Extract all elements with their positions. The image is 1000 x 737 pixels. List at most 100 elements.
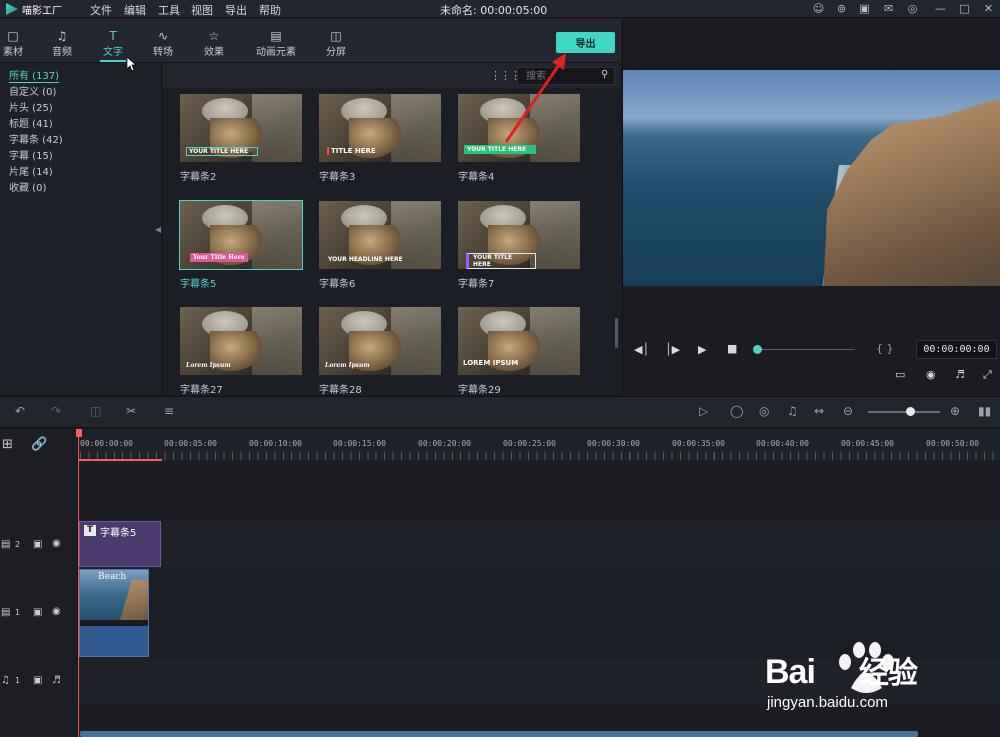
marker-icon[interactable]: ◯ <box>730 404 743 418</box>
search-icon[interactable]: ⚲ <box>601 69 608 80</box>
minimize-icon[interactable]: — <box>934 2 947 15</box>
tab-text[interactable]: T 文字 <box>100 29 126 62</box>
template-thumbnail[interactable]: YOUR TITLE HERE <box>180 94 302 162</box>
tab-elements[interactable]: ▤ 动画元素 <box>254 29 298 58</box>
layout-toggle-icon[interactable]: ▮▮ <box>978 404 991 418</box>
template-thumbnail[interactable]: Lorem Ipsum <box>180 307 302 375</box>
grid-view-icon[interactable]: ⋮⋮⋮ <box>490 69 521 82</box>
audio-mixer-icon[interactable]: ♫ <box>787 404 798 418</box>
category-all[interactable]: 所有 (137) <box>9 67 60 83</box>
split-screen-icon: ◫ <box>330 29 342 43</box>
menu-tools[interactable]: 工具 <box>158 2 180 18</box>
category-favorites[interactable]: 收藏 (0) <box>9 179 46 194</box>
lock-icon[interactable]: ▣ <box>33 675 42 686</box>
zoom-out-icon[interactable]: ⊖ <box>843 404 853 418</box>
timeline-scrollbar[interactable] <box>80 731 918 737</box>
close-icon[interactable]: ✕ <box>982 2 995 15</box>
template-thumbnail[interactable]: YOUR TITLE HERE <box>458 94 580 162</box>
eye-icon[interactable]: ◉ <box>52 538 61 549</box>
template-thumbnail[interactable]: YOUR TITLE HERE <box>458 201 580 269</box>
logo-mark-icon <box>6 3 18 15</box>
template-thumbnail[interactable]: YOUR HEADLINE HERE <box>319 201 441 269</box>
preview-seek-handle[interactable] <box>753 345 762 354</box>
category-ending[interactable]: 片尾 (14) <box>9 163 53 178</box>
speaker-icon[interactable]: ♬ <box>52 675 61 686</box>
video-clip[interactable]: Beach <box>79 569 149 657</box>
zoom-slider[interactable] <box>868 411 940 413</box>
record-voice-icon[interactable]: ◎ <box>759 404 769 418</box>
render-icon[interactable]: ▷ <box>699 404 708 418</box>
thumbnail-overlay-text: Lorem Ipsum <box>186 362 231 369</box>
audio-track-icon: ♫ <box>1 675 10 686</box>
save-icon[interactable]: ▣ <box>858 2 871 15</box>
tab-effects[interactable]: ☆ 效果 <box>202 29 226 58</box>
step-forward-icon[interactable]: │▶ <box>665 343 680 356</box>
render-preview-icon[interactable]: ▭ <box>895 368 905 381</box>
template-thumbnail[interactable]: LOREM IPSUM <box>458 307 580 375</box>
template-thumbnail-selected[interactable]: Your Title Here <box>179 200 303 270</box>
export-button[interactable]: 导出 <box>556 32 615 53</box>
cut-icon[interactable]: ✂ <box>126 404 136 418</box>
template-name: 字幕条27 <box>180 385 223 396</box>
adjust-icon[interactable]: ≡ <box>164 404 174 418</box>
play-icon[interactable]: ▶ <box>698 343 706 356</box>
redo-icon[interactable]: ↷ <box>51 404 61 418</box>
volume-icon[interactable]: ♬ <box>955 368 965 381</box>
mail-icon[interactable]: ✉ <box>882 2 895 15</box>
microphone-icon[interactable]: ◎ <box>906 2 919 15</box>
title-bar: 喵影工厂 文件 编辑 工具 视图 导出 帮助 未命名: 00:00:05:00 … <box>0 0 1000 18</box>
tab-transition[interactable]: ∿ 转场 <box>151 29 175 58</box>
eye-icon[interactable]: ◉ <box>52 606 61 617</box>
delete-icon[interactable]: ◫ <box>90 404 101 418</box>
template-thumbnail[interactable]: Lorem Ipsum <box>319 307 441 375</box>
tab-split-screen[interactable]: ◫ 分屏 <box>324 29 348 58</box>
menu-view[interactable]: 视图 <box>191 2 213 18</box>
menu-file[interactable]: 文件 <box>90 2 112 18</box>
playhead-handle[interactable] <box>76 429 82 437</box>
category-title[interactable]: 标题 (41) <box>9 115 53 130</box>
previous-frame-icon[interactable]: ◀│ <box>634 343 649 356</box>
user-icon[interactable]: ☺ <box>812 2 825 15</box>
mark-in-out-icon[interactable]: { } <box>876 342 894 355</box>
playhead[interactable] <box>78 429 79 737</box>
stop-icon[interactable]: ■ <box>727 342 737 355</box>
category-opener[interactable]: 片头 (25) <box>9 99 53 114</box>
category-custom[interactable]: 自定义 (0) <box>9 83 56 98</box>
video-track-icon: ▤ <box>1 539 11 550</box>
snapshot-icon[interactable]: ◉ <box>926 368 936 381</box>
add-track-icon[interactable]: ⊞ <box>2 437 13 452</box>
fit-timeline-icon[interactable]: ↔ <box>814 404 824 418</box>
video-track-2[interactable] <box>78 520 1000 568</box>
fullscreen-icon[interactable]: ⤢ <box>983 368 992 382</box>
lock-icon[interactable]: ▣ <box>33 607 42 618</box>
app-logo: 喵影工厂 <box>6 1 76 17</box>
menu-edit[interactable]: 编辑 <box>124 2 146 18</box>
collapse-panel-icon[interactable]: ◀ <box>155 225 161 234</box>
link-icon[interactable]: 🔗 <box>31 437 47 452</box>
menu-export[interactable]: 导出 <box>225 2 247 18</box>
maximize-icon[interactable]: □ <box>958 2 971 15</box>
thumbnail-overlay-text: YOUR TITLE HERE <box>186 147 258 156</box>
baidu-jingyan-watermark: Bai 经验 jingyan.baidu.com <box>765 628 997 720</box>
tab-media[interactable]: □ 素材 <box>2 29 24 58</box>
zoom-in-icon[interactable]: ⊕ <box>950 404 960 418</box>
zoom-slider-handle[interactable] <box>906 407 915 416</box>
preview-seek-bar[interactable] <box>757 349 855 350</box>
grid-scrollbar[interactable] <box>615 318 618 348</box>
template-name: 字幕条29 <box>458 385 501 396</box>
image-icon: ▤ <box>270 29 282 43</box>
effects-icon: ☆ <box>208 29 220 43</box>
ruler-label: 00:00:40:00 <box>756 439 809 448</box>
menu-help[interactable]: 帮助 <box>259 2 281 18</box>
template-thumbnail[interactable]: TITLE HERE <box>319 94 441 162</box>
work-area-range <box>78 459 162 461</box>
lock-icon[interactable]: ▣ <box>33 539 42 550</box>
template-name: 字幕条2 <box>180 172 217 183</box>
category-subtitle[interactable]: 字幕 (15) <box>9 147 53 162</box>
undo-icon[interactable]: ↶ <box>15 404 25 418</box>
tab-audio[interactable]: ♫ 音频 <box>50 29 74 58</box>
text-clip[interactable]: T 字幕条5 <box>79 521 161 567</box>
ruler-label: 00:00:15:00 <box>333 439 386 448</box>
cart-icon[interactable]: ⊚ <box>835 2 848 15</box>
category-lower-third[interactable]: 字幕条 (42) <box>9 131 63 146</box>
